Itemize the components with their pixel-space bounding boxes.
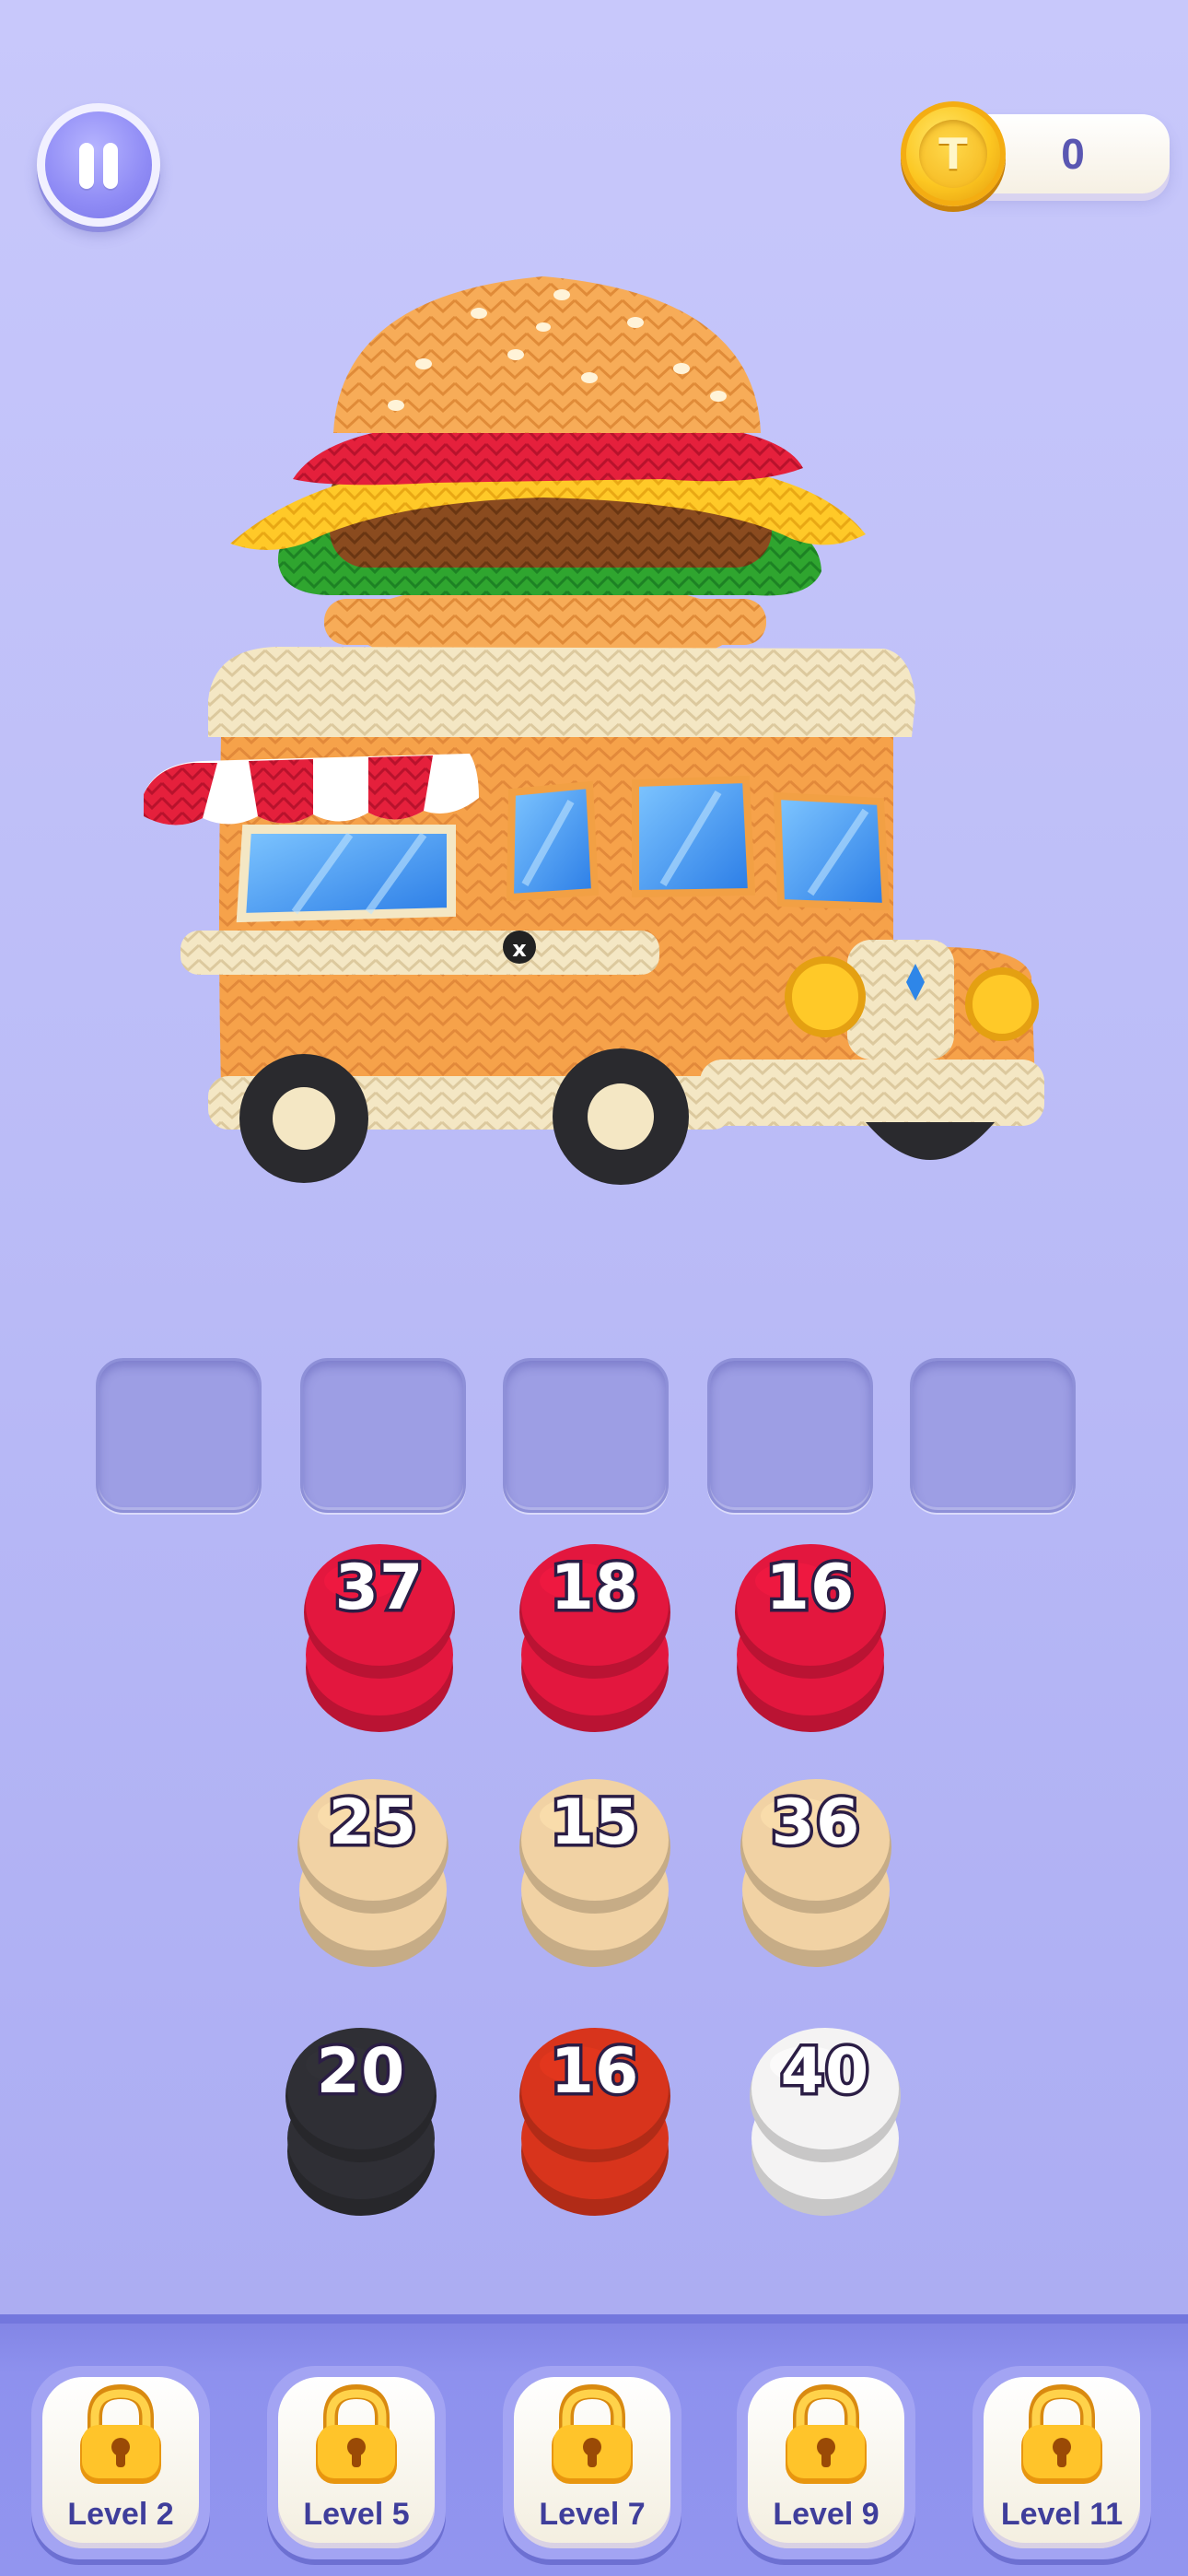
stack-count: 16 <box>547 2032 642 2112</box>
lock-icon <box>1014 2383 1110 2488</box>
level-label: Level 2 <box>67 2497 174 2532</box>
level-button[interactable]: Level 11 <box>973 2366 1151 2559</box>
level-label: Level 11 <box>1000 2497 1124 2532</box>
level-button[interactable]: Level 7 <box>503 2366 681 2559</box>
level-label: Level 7 <box>539 2497 646 2532</box>
stack-count: 18 <box>547 1549 642 1628</box>
level-button[interactable]: Level 2 <box>31 2366 210 2559</box>
level-label: Level 9 <box>773 2497 879 2532</box>
stack-count: 20 <box>313 2032 408 2112</box>
game-scene: 0 T x 37 18 16 25 15 36 20 16 40 Level 2… <box>0 0 1188 2576</box>
stack-count: 16 <box>763 1549 857 1628</box>
stack-count: 36 <box>768 1784 863 1863</box>
lock-icon <box>73 2383 169 2488</box>
level-label: Level 5 <box>303 2497 410 2532</box>
level-button[interactable]: Level 9 <box>737 2366 915 2559</box>
yarn-stacks <box>285 1544 901 2216</box>
stack-count: 40 <box>777 2032 872 2112</box>
stack-count: 37 <box>332 1549 426 1628</box>
stack-count: 25 <box>325 1784 420 1863</box>
stack-count: 15 <box>547 1784 642 1863</box>
lock-icon <box>544 2383 640 2488</box>
lock-icon <box>778 2383 874 2488</box>
lock-icon <box>309 2383 404 2488</box>
level-button[interactable]: Level 5 <box>267 2366 446 2559</box>
